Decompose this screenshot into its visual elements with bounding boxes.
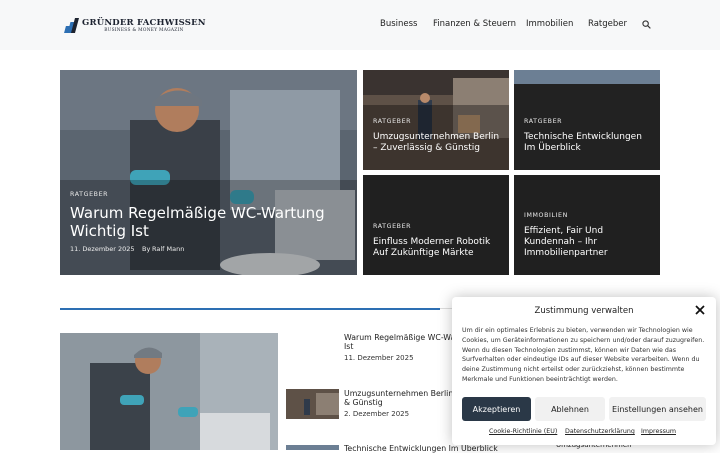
tile2-category[interactable]: RATGEBER bbox=[524, 118, 562, 125]
tile4-title-line2[interactable]: Kundennah – Ihr bbox=[524, 237, 597, 248]
accept-button[interactable]: Akzeptieren bbox=[462, 397, 531, 421]
list-item-1-date: 11. Dezember 2025 bbox=[344, 354, 414, 362]
site-header: GRÜNDER FACHWISSEN BUSINESS & MONEY MAGA… bbox=[0, 0, 720, 50]
tile1-title-line1[interactable]: Umzugsunternehmen Berlin bbox=[373, 132, 499, 143]
reject-button[interactable]: Ablehnen bbox=[535, 397, 605, 421]
search-icon[interactable] bbox=[642, 20, 651, 29]
nav-business[interactable]: Business bbox=[380, 19, 417, 29]
cookie-text: Um dir ein optimales Erlebnis zu bieten,… bbox=[462, 327, 705, 383]
tile1-title-line2[interactable]: – Zuverlässig & Günstig bbox=[373, 143, 480, 154]
featured-date: 11. Dezember 2025 bbox=[70, 245, 135, 253]
tile3-category[interactable]: RATGEBER bbox=[373, 223, 411, 230]
nav-immobilien[interactable]: Immobilien bbox=[526, 19, 573, 29]
tile2-title-line2[interactable]: Im Überblick bbox=[524, 143, 581, 154]
featured-author[interactable]: Ralf Mann bbox=[152, 245, 184, 253]
featured-title-line2[interactable]: Wichtig Ist bbox=[70, 222, 149, 240]
list-item-2-date: 2. Dezember 2025 bbox=[344, 410, 410, 418]
section-divider bbox=[60, 308, 440, 310]
logo-title: GRÜNDER FACHWISSEN bbox=[82, 17, 206, 28]
list-item-2-thumb[interactable] bbox=[286, 389, 339, 419]
tile4-category[interactable]: IMMOBILIEN bbox=[524, 212, 568, 219]
featured-post-main[interactable]: RATGEBER Warum Regelmäßige WC-Wartung Wi… bbox=[60, 70, 357, 275]
site-logo[interactable]: GRÜNDER FACHWISSEN BUSINESS & MONEY MAGA… bbox=[64, 17, 206, 33]
post-tile-immobilien[interactable]: IMMOBILIEN Effizient, Fair Und Kundennah… bbox=[514, 175, 660, 275]
featured-title-line1[interactable]: Warum Regelmäßige WC-Wartung bbox=[70, 204, 325, 222]
post-tile-umzug[interactable]: RATGEBER Umzugsunternehmen Berlin – Zuve… bbox=[363, 70, 509, 170]
privacy-policy-link[interactable]: Datenschutzerklärung bbox=[565, 428, 635, 435]
tile3-title-line2[interactable]: Auf Zukünftige Märkte bbox=[373, 248, 474, 259]
post-tile-technik[interactable]: RATGEBER Technische Entwicklungen Im Übe… bbox=[514, 70, 660, 170]
tile4-title-line3[interactable]: Immobilienpartner bbox=[524, 248, 608, 259]
tile4-title-line1[interactable]: Effizient, Fair Und bbox=[524, 226, 603, 237]
cookie-title: Zustimmung verwalten bbox=[534, 306, 634, 316]
tile3-title-line1[interactable]: Einfluss Moderner Robotik bbox=[373, 237, 490, 248]
nav-ratgeber[interactable]: Ratgeber bbox=[588, 19, 627, 29]
logo-subtitle: BUSINESS & MONEY MAGAZIN bbox=[104, 27, 184, 33]
post-tile-robotik[interactable]: RATGEBER Einfluss Moderner Robotik Auf Z… bbox=[363, 175, 509, 275]
featured-by: By bbox=[142, 245, 151, 253]
lower-featured-image[interactable] bbox=[60, 333, 278, 450]
tile1-category[interactable]: RATGEBER bbox=[373, 118, 411, 125]
list-item-3-thumb[interactable] bbox=[286, 445, 339, 450]
thumb-photo-movers bbox=[286, 389, 339, 419]
list-item-2-title-line1[interactable]: Umzugsunternehmen Berlin – bbox=[344, 389, 460, 398]
logo-mark-icon bbox=[64, 17, 80, 33]
cookie-consent-dialog: Zustimmung verwalten Um dir ein optimale… bbox=[452, 297, 716, 445]
cookie-policy-link[interactable]: Cookie-Richtlinie (EU) bbox=[489, 428, 557, 435]
close-icon[interactable] bbox=[695, 305, 705, 315]
nav-finanzen-steuern[interactable]: Finanzen & Steuern bbox=[433, 19, 516, 29]
tile2-title-line1[interactable]: Technische Entwicklungen bbox=[524, 132, 642, 143]
photo-plumber bbox=[60, 333, 278, 450]
list-item-3-title[interactable]: Technische Entwicklungen Im Überblick bbox=[344, 444, 498, 453]
list-item-2-title-line2[interactable]: & Günstig bbox=[344, 398, 383, 407]
imprint-link[interactable]: Impressum bbox=[641, 428, 676, 435]
view-settings-button[interactable]: Einstellungen ansehen bbox=[609, 397, 706, 421]
list-item-1-title-line2[interactable]: Ist bbox=[344, 342, 353, 351]
featured-category[interactable]: RATGEBER bbox=[70, 191, 108, 198]
